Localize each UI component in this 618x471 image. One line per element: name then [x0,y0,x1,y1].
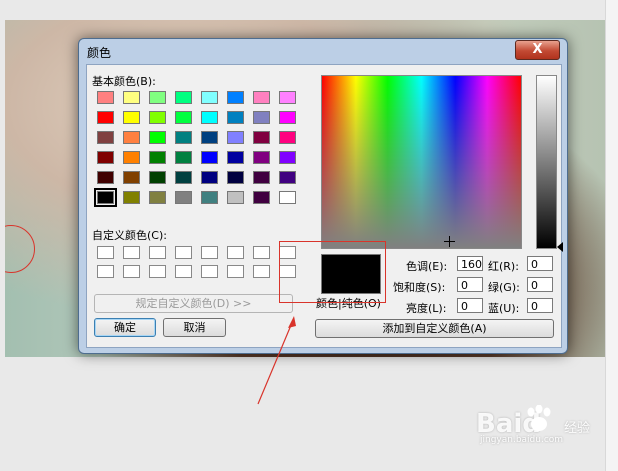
basic-color-swatch[interactable] [227,191,244,204]
basic-colors-label: 基本颜色(B): [92,75,156,88]
custom-color-swatch[interactable] [97,265,114,278]
custom-color-swatch[interactable] [253,246,270,259]
blue-label: 蓝(U): [488,302,520,315]
ok-button[interactable]: 确定 [94,318,156,337]
basic-color-swatch[interactable] [123,191,140,204]
basic-color-swatch[interactable] [227,151,244,164]
red-label: 红(R): [488,260,519,273]
baidu-jingyan-watermark: Baid 经验 jingyan.baidu.com [476,405,614,445]
color-spectrum[interactable] [321,75,522,249]
green-input[interactable]: 0 [527,277,553,292]
basic-color-swatch[interactable] [175,151,192,164]
basic-color-swatch[interactable] [123,151,140,164]
basic-color-swatch[interactable] [94,188,117,207]
basic-color-swatch[interactable] [175,191,192,204]
dialog-title: 颜色 [87,46,112,60]
basic-color-swatch[interactable] [123,171,140,184]
custom-color-swatch[interactable] [201,246,218,259]
cancel-button[interactable]: 取消 [163,318,226,337]
custom-color-swatch[interactable] [149,246,166,259]
crosshair-icon [444,236,455,247]
basic-color-swatch[interactable] [123,91,140,104]
page-background-right [605,0,618,471]
basic-color-swatch[interactable] [175,91,192,104]
basic-color-swatch[interactable] [201,151,218,164]
basic-color-swatch[interactable] [149,91,166,104]
basic-color-swatch[interactable] [149,151,166,164]
custom-color-swatch[interactable] [97,246,114,259]
basic-color-swatch[interactable] [149,171,166,184]
basic-color-swatch[interactable] [227,171,244,184]
luminance-arrow-icon[interactable] [557,242,563,252]
basic-color-swatch[interactable] [253,111,270,124]
luminance-slider[interactable] [536,75,557,249]
basic-color-swatch[interactable] [279,91,296,104]
basic-color-swatch[interactable] [201,171,218,184]
close-button[interactable]: X [515,40,560,60]
paw-icon [527,405,551,431]
basic-color-swatch[interactable] [253,171,270,184]
saturation-input[interactable]: 0 [457,277,483,292]
red-input[interactable]: 0 [527,256,553,271]
basic-color-swatch[interactable] [149,111,166,124]
luminance-label: 亮度(L): [406,302,447,315]
basic-color-swatch[interactable] [279,151,296,164]
custom-color-swatch[interactable] [253,265,270,278]
blue-input[interactable]: 0 [527,298,553,313]
close-icon: X [532,42,543,57]
custom-color-swatch[interactable] [123,246,140,259]
custom-color-swatch[interactable] [201,265,218,278]
color-dialog: 颜色 X 基本颜色(B): 自定义颜色(C): 规定自定义颜色(D) >> 确定… [78,38,568,354]
hue-input[interactable]: 160 [457,256,483,271]
basic-color-swatch[interactable] [175,111,192,124]
basic-color-swatch[interactable] [149,131,166,144]
add-to-custom-colors-button[interactable]: 添加到自定义颜色(A) [315,319,554,338]
basic-color-swatch[interactable] [175,131,192,144]
basic-color-swatch[interactable] [149,191,166,204]
custom-color-swatch[interactable] [175,246,192,259]
basic-color-swatch[interactable] [201,111,218,124]
red-circle-annotation [5,225,35,273]
custom-color-swatch[interactable] [123,265,140,278]
basic-color-swatch[interactable] [227,91,244,104]
basic-color-swatch[interactable] [227,111,244,124]
basic-color-swatch[interactable] [227,131,244,144]
luminance-input[interactable]: 0 [457,298,483,313]
basic-color-swatch[interactable] [97,111,114,124]
basic-color-swatch[interactable] [253,91,270,104]
basic-color-swatch[interactable] [97,171,114,184]
basic-color-swatch[interactable] [97,91,114,104]
custom-color-swatch[interactable] [149,265,166,278]
basic-color-swatch[interactable] [123,111,140,124]
red-rectangle-annotation [279,241,386,303]
red-arrow-annotation [257,316,296,405]
saturation-label: 饱和度(S): [393,281,446,294]
basic-color-swatch[interactable] [279,131,296,144]
basic-color-swatch[interactable] [253,191,270,204]
basic-color-swatch[interactable] [253,131,270,144]
basic-color-swatch[interactable] [97,151,114,164]
watermark-url: jingyan.baidu.com [480,435,564,445]
hue-label: 色调(E): [406,260,448,273]
dialog-client: 基本颜色(B): 自定义颜色(C): 规定自定义颜色(D) >> 确定 取消 颜… [86,64,563,348]
custom-colors-label: 自定义颜色(C): [92,229,167,242]
basic-color-swatch[interactable] [279,171,296,184]
dialog-titlebar[interactable]: 颜色 X [79,39,567,63]
basic-color-swatch[interactable] [201,131,218,144]
custom-color-swatch[interactable] [227,246,244,259]
basic-color-swatch[interactable] [279,111,296,124]
green-label: 绿(G): [488,281,520,294]
basic-color-swatch[interactable] [175,171,192,184]
basic-color-swatch[interactable] [279,191,296,204]
basic-color-swatch[interactable] [253,151,270,164]
custom-color-swatch[interactable] [227,265,244,278]
custom-color-swatch[interactable] [175,265,192,278]
basic-color-swatch[interactable] [201,91,218,104]
basic-color-swatch[interactable] [123,131,140,144]
basic-color-swatch[interactable] [201,191,218,204]
basic-color-swatch[interactable] [97,131,114,144]
watermark-sub: 经验 [564,421,591,436]
